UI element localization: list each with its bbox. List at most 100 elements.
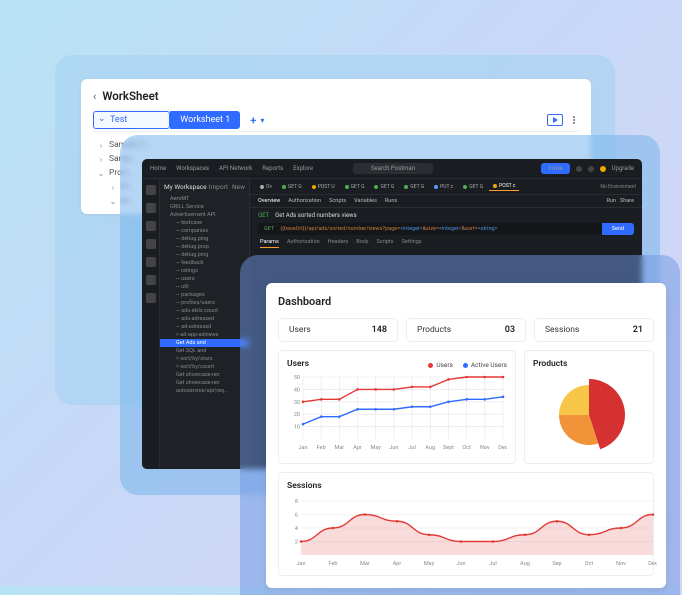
method-selector[interactable]: GET [258, 223, 280, 235]
nav-reports[interactable]: Reports [262, 165, 283, 172]
avatar[interactable] [600, 166, 606, 172]
sidebar-tree-item[interactable]: autoservice/api/req... [164, 387, 245, 395]
invite-button[interactable]: Invite [541, 163, 569, 174]
svg-text:Jan: Jan [296, 561, 305, 567]
sidebar-tree-item[interactable]: Get SQL and [164, 347, 245, 355]
nav-workspaces[interactable]: Workspaces [176, 165, 209, 172]
reqtab-headers[interactable]: Headers [328, 239, 349, 248]
svg-text:2: 2 [295, 540, 298, 546]
worksheet-tab-bar: Test Worksheet 1 + ▾ [93, 111, 579, 132]
collection-subtabs: Overview Authorization Scripts Variables… [250, 195, 642, 208]
mock-icon[interactable] [146, 239, 156, 249]
subtab-vars[interactable]: Variables [354, 198, 377, 204]
svg-text:Dec: Dec [498, 445, 507, 451]
sidebar-tree-item[interactable]: Get showcase-rec [164, 371, 245, 379]
activity-rail [142, 179, 160, 469]
url-input[interactable]: {{baseUrl}}/api/ads/sorted/number/views?… [280, 226, 601, 232]
subtab-runs[interactable]: Runs [385, 198, 397, 204]
sidebar-tree-item[interactable]: Get Ads and [160, 339, 249, 347]
tab-test[interactable]: Test [93, 111, 170, 129]
sidebar-tree-item[interactable]: ~ users [164, 275, 245, 283]
nav-home[interactable]: Home [150, 165, 166, 172]
apis-icon[interactable] [146, 203, 156, 213]
import-button[interactable]: Import [209, 183, 228, 191]
svg-text:Apr: Apr [393, 561, 402, 567]
sidebar-tree-item[interactable]: Advertisement API [164, 211, 245, 219]
collections-icon[interactable] [146, 185, 156, 195]
sidebar-tree-item[interactable]: ~ ads-adressed [164, 315, 245, 323]
users-legend: Users Active Users [287, 361, 507, 369]
add-worksheet-icon[interactable]: + [250, 114, 256, 127]
notifications-icon[interactable] [588, 166, 594, 172]
editor-tab[interactable]: GET G [341, 182, 369, 191]
back-icon[interactable]: ‹ [93, 90, 96, 103]
sidebar-tree-item[interactable]: ~ debug.ping [164, 251, 245, 259]
sidebar-tree-item[interactable]: ~ feedback [164, 259, 245, 267]
editor-tab[interactable]: GET G [459, 182, 487, 191]
sidebar-tree-item[interactable]: ~ debug.ping [164, 235, 245, 243]
svg-text:Feb: Feb [317, 445, 326, 451]
sidebar-tree-item[interactable]: GRILL Service [164, 203, 245, 211]
run-icon[interactable] [547, 114, 563, 126]
workspace-label[interactable]: My Workspace New Import [164, 183, 245, 191]
subtab-scripts[interactable]: Scripts [329, 198, 346, 204]
metric-value: 03 [505, 325, 515, 335]
share-button[interactable]: Share [620, 198, 634, 204]
subtab-overview[interactable]: Overview [258, 198, 280, 204]
search-input[interactable]: Search Postman [353, 163, 433, 174]
tab-worksheet-1[interactable]: Worksheet 1 [170, 111, 240, 129]
upgrade-button[interactable]: Upgrade [612, 165, 634, 172]
reqtab-auth[interactable]: Authorization [287, 239, 320, 248]
flows-icon[interactable] [146, 275, 156, 285]
sidebar-tree-item[interactable]: ~ ad-adressed [164, 323, 245, 331]
editor-tab[interactable]: Ov [256, 182, 276, 191]
svg-text:Nov: Nov [616, 561, 626, 567]
sessions-chart-card: Sessions 2468JanFebMarAprMayJunJulAugSep… [278, 472, 654, 576]
sidebar-tree-item[interactable]: Get showcase-rec [164, 379, 245, 387]
sidebar-tree-item[interactable]: ~ util [164, 283, 245, 291]
sidebar-tree-item[interactable]: > ad-app-adviews [164, 331, 245, 339]
more-icon[interactable] [569, 116, 579, 124]
svg-text:Sept: Sept [443, 445, 454, 451]
reqtab-body[interactable]: Body [356, 239, 368, 248]
history-icon[interactable] [146, 293, 156, 303]
sidebar-tree-item[interactable]: ~ companies [164, 227, 245, 235]
editor-tab[interactable]: GET G [278, 182, 306, 191]
sidebar-tree-item[interactable]: ~ testcase [164, 219, 245, 227]
subtab-auth[interactable]: Authorization [288, 198, 321, 204]
nav-api-network[interactable]: API Network [219, 165, 252, 172]
sidebar-tree-item[interactable]: ~ ads-skils count [164, 307, 245, 315]
sidebar-tree-item[interactable]: > sort/by/stars [164, 355, 245, 363]
ide-sidebar: My Workspace New Import AeroMTGRILL Serv… [160, 179, 250, 469]
nav-explore[interactable]: Explore [293, 165, 313, 172]
send-button[interactable]: Send [602, 223, 634, 235]
monitors-icon[interactable] [146, 257, 156, 267]
dashboard-panel: Dashboard Users 148 Products 03 Sessions… [240, 255, 680, 595]
sidebar-tree-item[interactable]: ~ debug.prop [164, 243, 245, 251]
sidebar-tree-item[interactable]: ~ packages [164, 291, 245, 299]
settings-icon[interactable] [576, 166, 582, 172]
worksheet-add-caret-icon[interactable]: ▾ [260, 116, 264, 125]
dashboard-card: Dashboard Users 148 Products 03 Sessions… [266, 283, 666, 588]
run-collection-button[interactable]: Run [607, 198, 616, 204]
editor-tab[interactable]: GET G [370, 182, 398, 191]
environment-selector[interactable]: No Environment [600, 184, 636, 190]
request-tabs: Params Authorization Headers Body Script… [250, 235, 642, 252]
metric-value: 21 [633, 325, 643, 335]
editor-tab[interactable]: GET G [400, 182, 428, 191]
sidebar-tree-item[interactable]: ~ ratings [164, 267, 245, 275]
environments-icon[interactable] [146, 221, 156, 231]
svg-text:6: 6 [295, 513, 298, 519]
reqtab-scripts[interactable]: Scripts [376, 239, 393, 248]
reqtab-params[interactable]: Params [260, 239, 279, 248]
sidebar-tree-item[interactable]: > sort/by/count [164, 363, 245, 371]
svg-text:Jun: Jun [389, 445, 398, 451]
new-button[interactable]: New [232, 183, 245, 191]
svg-text:Aug: Aug [520, 561, 530, 567]
editor-tab[interactable]: POST U [308, 182, 339, 191]
reqtab-settings[interactable]: Settings [402, 239, 422, 248]
sidebar-tree-item[interactable]: AeroMT [164, 195, 245, 203]
editor-tab[interactable]: PUT c [430, 182, 457, 191]
editor-tab[interactable]: POST c [489, 182, 519, 191]
sidebar-tree-item[interactable]: ~ profiles/users [164, 299, 245, 307]
